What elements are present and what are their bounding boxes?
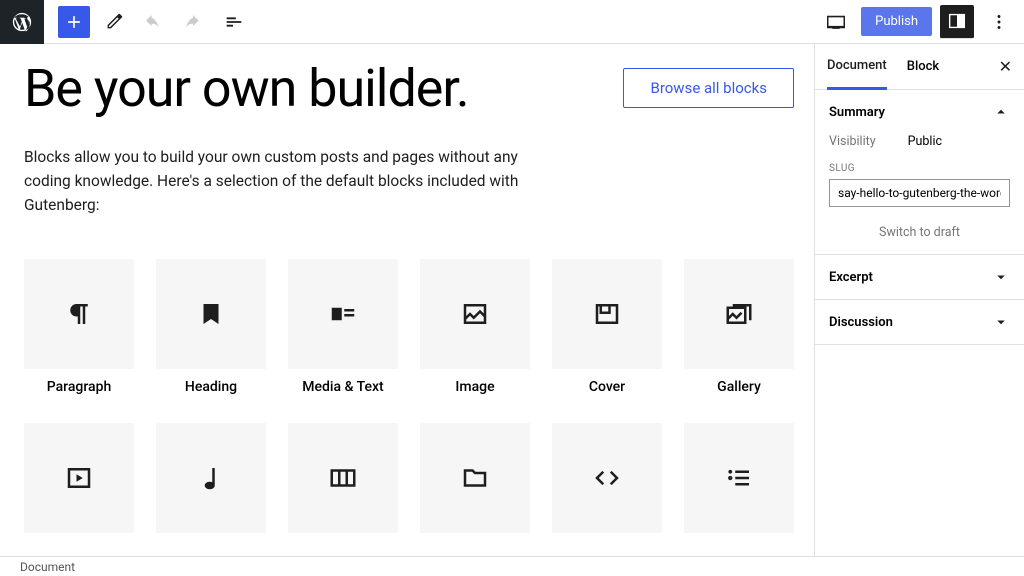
page-heading: Be your own builder. — [24, 62, 469, 117]
block-list[interactable] — [684, 423, 794, 533]
video-icon — [64, 463, 94, 493]
edit-mode-button[interactable] — [98, 6, 130, 38]
media-text-icon — [328, 299, 358, 329]
browse-blocks-button[interactable]: Browse all blocks — [623, 68, 794, 108]
tab-document[interactable]: Document — [827, 44, 887, 90]
slug-label: SLUG — [829, 163, 1010, 174]
panel-discussion: Discussion — [815, 300, 1024, 345]
code-icon — [592, 463, 622, 493]
block-gallery[interactable]: Gallery — [684, 259, 794, 395]
tab-block[interactable]: Block — [907, 45, 939, 88]
chevron-up-icon — [992, 103, 1010, 121]
panel-summary: Summary Visibility Public SLUG Switch to… — [815, 90, 1024, 255]
chevron-down-icon — [992, 268, 1010, 286]
panel-discussion-header[interactable]: Discussion — [815, 300, 1024, 344]
toolbar-right: Publish — [819, 5, 1016, 39]
block-grid-row2 — [24, 423, 794, 533]
intro-paragraph: Blocks allow you to build your own custo… — [24, 145, 564, 217]
switch-to-draft-button[interactable]: Switch to draft — [829, 225, 1010, 240]
visibility-value[interactable]: Public — [908, 134, 942, 149]
block-paragraph[interactable]: Paragraph — [24, 259, 134, 395]
columns-icon — [328, 463, 358, 493]
image-icon — [460, 299, 490, 329]
block-heading[interactable]: Heading — [156, 259, 266, 395]
folder-icon — [460, 463, 490, 493]
list-icon — [724, 463, 754, 493]
audio-icon — [196, 463, 226, 493]
panel-summary-header[interactable]: Summary — [815, 90, 1024, 134]
editor-canvas: Be your own builder. Browse all blocks B… — [0, 44, 814, 556]
wordpress-logo[interactable] — [0, 0, 44, 44]
undo-button[interactable] — [138, 6, 170, 38]
block-cover[interactable]: Cover — [552, 259, 662, 395]
publish-button[interactable]: Publish — [861, 7, 932, 36]
cover-icon — [592, 299, 622, 329]
settings-panel-toggle[interactable] — [940, 5, 974, 39]
redo-button[interactable] — [178, 6, 210, 38]
gallery-icon — [724, 299, 754, 329]
panel-excerpt-header[interactable]: Excerpt — [815, 255, 1024, 299]
bookmark-icon — [196, 299, 226, 329]
view-button[interactable] — [819, 5, 853, 39]
more-options-button[interactable] — [982, 5, 1016, 39]
toolbar-left — [0, 0, 250, 44]
slug-input[interactable] — [829, 179, 1010, 207]
block-file[interactable] — [420, 423, 530, 533]
block-code[interactable] — [552, 423, 662, 533]
document-outline-button[interactable] — [218, 6, 250, 38]
panel-excerpt: Excerpt — [815, 255, 1024, 300]
block-columns[interactable] — [288, 423, 398, 533]
block-image[interactable]: Image — [420, 259, 530, 395]
add-block-button[interactable] — [58, 6, 90, 38]
block-grid-row1: Paragraph Heading Media & Text Image Cov… — [24, 259, 794, 395]
block-video[interactable] — [24, 423, 134, 533]
visibility-label: Visibility — [829, 134, 876, 149]
sidebar-tabs: Document Block ✕ — [815, 44, 1024, 90]
editor-top-toolbar: Publish — [0, 0, 1024, 44]
settings-sidebar: Document Block ✕ Summary Visibility Publ… — [814, 44, 1024, 556]
chevron-down-icon — [992, 313, 1010, 331]
footer-breadcrumb: Document — [0, 556, 1024, 576]
close-sidebar-icon[interactable]: ✕ — [999, 57, 1012, 76]
paragraph-icon — [64, 299, 94, 329]
block-audio[interactable] — [156, 423, 266, 533]
block-media-text[interactable]: Media & Text — [288, 259, 398, 395]
